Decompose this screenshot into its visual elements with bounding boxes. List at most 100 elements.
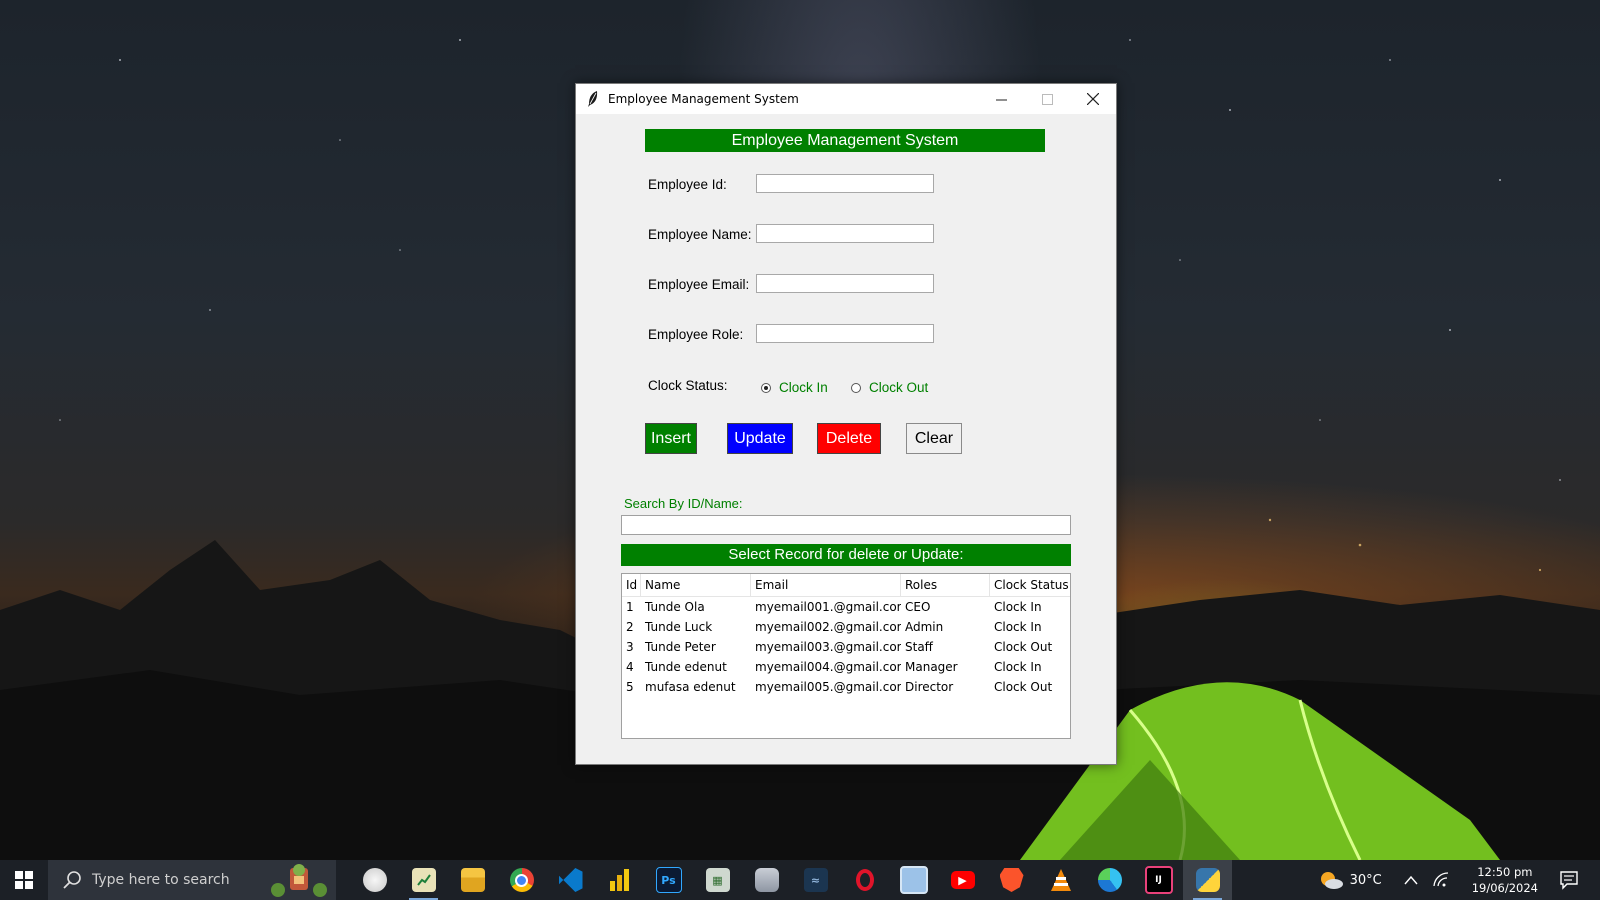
cell-id: 3 [626,640,634,654]
cell-id: 1 [626,600,634,614]
cell-clock-status: Clock In [994,600,1042,614]
clock-out-radio[interactable]: Clock Out [851,380,928,395]
table-row[interactable]: 4 Tunde edenut myemail004.@gmail.com Man… [622,657,1070,677]
opera-icon [853,868,877,892]
windows-logo-icon [15,871,33,889]
brave-icon [999,868,1024,892]
system-tray: 30°C 12:50 pm 19/06/2024 [1318,860,1600,900]
clock-in-radio[interactable]: Clock In [761,380,828,395]
clock-status-label: Clock Status: [648,378,728,393]
employee-table[interactable]: Id Name Email Roles Clock Status 1 Tunde… [621,573,1071,739]
employee-role-input[interactable] [756,324,934,343]
taskbar-app-paint[interactable] [350,860,399,900]
employee-name-label: Employee Name: [648,227,752,242]
vlc-icon [1049,868,1073,892]
cell-clock-status: Clock Out [994,640,1053,654]
chrome-icon [509,868,534,892]
clock-date: 19/06/2024 [1471,881,1538,895]
taskbar-app-vlc[interactable] [1036,860,1085,900]
spreadsheet-icon [411,868,436,892]
taskbar-app-spreadsheet[interactable] [399,860,448,900]
taskbar-app-vscode[interactable] [546,860,595,900]
taskbar-app-photoshop[interactable]: Ps [644,860,693,900]
radio-unchecked-icon [851,382,861,393]
taskbar-app-edge[interactable] [1085,860,1134,900]
column-header-name[interactable]: Name [641,574,751,596]
maximize-icon [1041,93,1053,105]
weather-sunny-cloudy-icon [1320,872,1343,889]
cell-name: Tunde Peter [645,640,716,654]
cell-id: 2 [626,620,634,634]
taskbar-app-power-bi[interactable] [595,860,644,900]
taskbar-app-store[interactable]: ▦ [693,860,742,900]
cell-name: Tunde edenut [645,660,727,674]
table-row[interactable]: 5 mufasa edenut myemail005.@gmail.com Di… [622,677,1070,697]
taskbar-app-chrome[interactable] [497,860,546,900]
taskbar-app-mysql-workbench[interactable]: ≈ [791,860,840,900]
taskbar-app-brave[interactable] [987,860,1036,900]
weather-widget[interactable]: 30°C [1318,869,1382,891]
table-row[interactable]: 2 Tunde Luck myemail002.@gmail.com Admin… [622,617,1070,637]
edge-icon [1097,868,1122,892]
table-row[interactable]: 1 Tunde Ola myemail001.@gmail.com CEO Cl… [622,597,1070,617]
employee-role-label: Employee Role: [648,327,744,342]
maximize-button[interactable] [1024,84,1070,114]
weather-temperature: 30°C [1349,872,1382,888]
wifi-icon[interactable] [1432,872,1450,888]
vscode-icon [558,868,583,892]
clear-button[interactable]: Clear [906,423,962,454]
table-header-row: Id Name Email Roles Clock Status [622,574,1070,597]
cell-email: myemail001.@gmail.com [755,600,901,614]
taskbar-app-python[interactable] [1183,860,1232,900]
taskbar-app-database[interactable] [742,860,791,900]
search-input[interactable] [621,515,1071,535]
employee-id-input[interactable] [756,174,934,193]
remote-desktop-icon [899,866,928,894]
employee-name-input[interactable] [756,224,934,243]
employee-id-label: Employee Id: [648,177,727,192]
table-row[interactable]: 3 Tunde Peter myemail003.@gmail.com Staf… [622,637,1070,657]
taskbar-app-youtube[interactable]: ▶ [938,860,987,900]
cell-id: 4 [626,660,634,674]
chevron-up-icon[interactable] [1404,875,1418,885]
minimize-button[interactable] [978,84,1024,114]
taskbar-app-intellij[interactable]: IJ [1134,860,1183,900]
start-button[interactable] [0,860,48,900]
intellij-icon: IJ [1144,866,1173,894]
cell-clock-status: Clock Out [994,680,1053,694]
cell-email: myemail002.@gmail.com [755,620,901,634]
search-highlight-icon [271,864,327,897]
search-icon [63,871,81,889]
taskbar-search-box[interactable]: Type here to search [48,860,336,900]
delete-button[interactable]: Delete [817,423,881,454]
mysql-workbench-icon: ≈ [803,868,828,892]
paint-icon [362,868,387,892]
close-icon [1087,93,1099,105]
close-button[interactable] [1070,84,1116,114]
update-button[interactable]: Update [727,423,793,454]
app-header: Employee Management System [645,129,1045,152]
taskbar-search-placeholder: Type here to search [92,872,230,888]
taskbar-clock[interactable]: 12:50 pm 19/06/2024 [1472,864,1538,896]
window-title: Employee Management System [608,92,799,106]
column-header-id[interactable]: Id [622,574,641,596]
feather-icon [588,91,598,107]
taskbar: Type here to search Ps ▦ ≈ ▶ IJ 30°C 12:… [0,860,1600,900]
taskbar-app-remote-desktop[interactable] [889,860,938,900]
file-explorer-icon [460,868,485,892]
employee-email-input[interactable] [756,274,934,293]
cell-clock-status: Clock In [994,660,1042,674]
taskbar-app-file-explorer[interactable] [448,860,497,900]
column-header-clock-status[interactable]: Clock Status [990,574,1070,596]
radio-checked-icon [761,382,771,393]
cell-name: mufasa edenut [645,680,736,694]
cell-id: 5 [626,680,634,694]
title-bar[interactable]: Employee Management System [576,84,1116,114]
column-header-email[interactable]: Email [751,574,901,596]
app-window: Employee Management System Employee Mana… [575,83,1117,765]
insert-button[interactable]: Insert [645,423,697,454]
notification-icon[interactable] [1558,869,1580,891]
cell-role: CEO [905,600,931,614]
taskbar-app-opera[interactable] [840,860,889,900]
column-header-roles[interactable]: Roles [901,574,990,596]
